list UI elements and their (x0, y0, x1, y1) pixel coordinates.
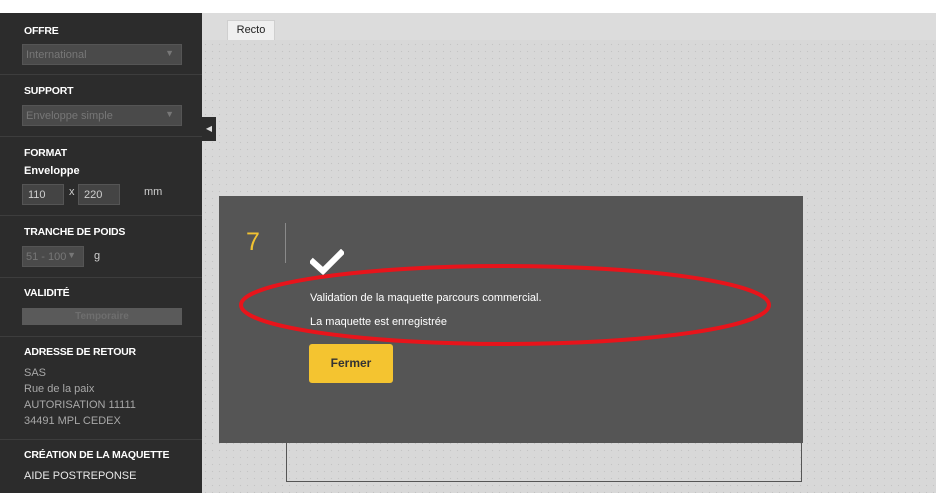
adresse-title: ADRESSE DE RETOUR (24, 346, 136, 358)
format-width-value: 110 (28, 189, 46, 201)
poids-value: 51 - 100 (26, 251, 67, 263)
tab-bar: Recto (202, 13, 936, 40)
collapse-sidebar-toggle[interactable]: ◀ (202, 117, 216, 141)
format-height-input[interactable]: 220 (78, 184, 120, 205)
adresse-line: 34491 MPL CEDEX (24, 415, 121, 427)
adresse-line: Rue de la paix (24, 383, 95, 395)
adresse-line: AUTORISATION 11111 (24, 399, 136, 411)
offre-title: OFFRE (24, 25, 59, 37)
format-subtitle: Enveloppe (24, 165, 80, 177)
chevron-left-icon: ◀ (205, 124, 213, 133)
divider (0, 439, 202, 440)
offre-value: International (26, 49, 87, 61)
support-title: SUPPORT (24, 85, 74, 97)
divider (0, 277, 202, 278)
divider (0, 215, 202, 216)
divider (0, 74, 202, 75)
step-number: 7 (246, 228, 260, 256)
chevron-down-icon: ▼ (67, 250, 76, 260)
format-height-value: 220 (84, 189, 103, 201)
chevron-down-icon: ▼ (165, 109, 174, 119)
sidebar: OFFRE International ▼ SUPPORT Enveloppe … (0, 13, 202, 493)
support-value: Enveloppe simple (26, 110, 113, 122)
format-unit: mm (144, 186, 163, 198)
format-title: FORMAT (24, 147, 67, 159)
tab-recto[interactable]: Recto (227, 20, 275, 40)
support-select[interactable]: Enveloppe simple ▼ (22, 105, 182, 126)
chevron-down-icon: ▼ (165, 48, 174, 58)
creation-title: CRÉATION DE LA MAQUETTE (24, 449, 170, 461)
divider (0, 336, 202, 337)
annotation-ellipse (239, 264, 771, 346)
temporaire-button[interactable]: Temporaire (22, 308, 182, 325)
format-width-input[interactable]: 110 (22, 184, 64, 205)
validite-title: VALIDITÉ (24, 287, 70, 299)
adresse-line: SAS (24, 367, 47, 379)
offre-select[interactable]: International ▼ (22, 44, 182, 65)
format-separator: x (69, 186, 75, 198)
top-strip (0, 0, 936, 13)
step-separator (285, 223, 286, 263)
creation-value[interactable]: AIDE POSTREPONSE (24, 470, 136, 482)
poids-title: TRANCHE DE POIDS (24, 226, 126, 238)
close-button[interactable]: Fermer (309, 344, 393, 383)
divider (0, 136, 202, 137)
poids-unit: g (94, 250, 101, 262)
poids-select[interactable]: 51 - 100 ▼ (22, 246, 84, 267)
